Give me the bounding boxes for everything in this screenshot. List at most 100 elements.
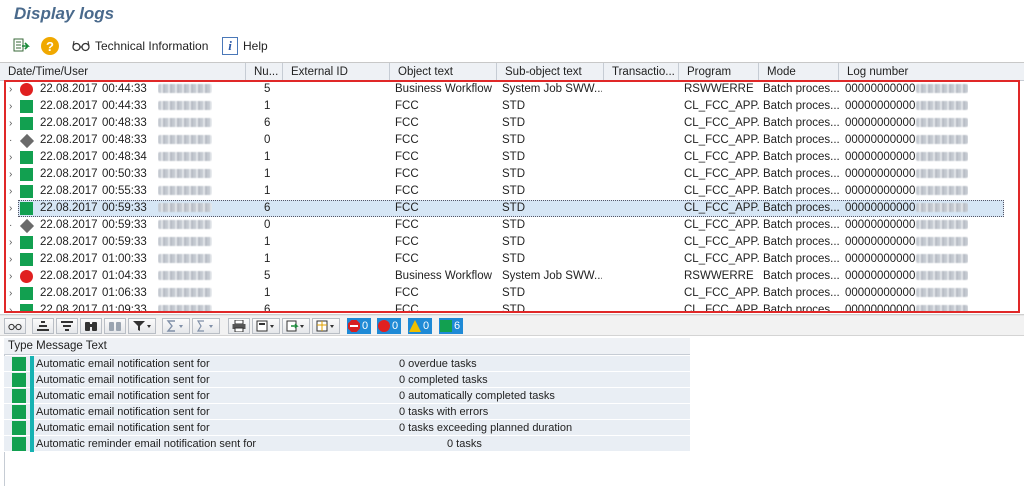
program-name: CL_FCC_APP... [684, 253, 760, 265]
message-text: Automatic email notification sent for [36, 374, 210, 386]
column-header-program[interactable]: Program [679, 63, 759, 81]
layout-button[interactable] [312, 318, 340, 334]
column-header-transaction[interactable]: Transactio... [604, 63, 679, 81]
log-number: 00000000000 [845, 183, 969, 200]
log-date: 22.08.2017 [40, 151, 98, 163]
warning-message-counter[interactable]: 0 [408, 318, 433, 334]
message-row[interactable]: Automatic email notification sent for 0 c… [4, 372, 690, 388]
table-row[interactable]: › 22.08.2017 00:50:33 1 FCC STD CL_FCC_APP... B… [0, 166, 1024, 183]
help-button[interactable]: i Help [222, 35, 268, 57]
table-row[interactable]: › 22.08.2017 01:06:33 1 FCC STD CL_FCC_APP... B… [0, 285, 1024, 302]
find-button[interactable] [80, 318, 102, 334]
program-name: RSWWERRE [684, 83, 754, 95]
success-type-icon [12, 373, 26, 387]
expand-chevron-icon[interactable]: › [9, 302, 12, 313]
column-header-mode[interactable]: Mode [759, 63, 839, 81]
user-redacted [158, 251, 212, 268]
expand-chevron-icon[interactable]: › [9, 268, 12, 285]
export-button[interactable] [282, 318, 310, 334]
expand-chevron-icon[interactable]: › [9, 234, 12, 251]
mode: Batch proces... [763, 270, 839, 282]
expand-chevron-icon[interactable]: › [9, 98, 12, 115]
grey-status-icon [19, 218, 35, 234]
table-row[interactable]: · 22.08.2017 00:59:33 0 FCC STD CL_FCC_APP... B… [0, 217, 1024, 234]
program-name: CL_FCC_APP... [684, 236, 760, 248]
help-question-button[interactable]: ? [41, 35, 59, 57]
table-row[interactable]: › 22.08.2017 01:00:33 1 FCC STD CL_FCC_APP... B… [0, 251, 1024, 268]
filter-button[interactable] [128, 318, 156, 334]
views-button[interactable] [252, 318, 280, 334]
column-header-log-number[interactable]: Log number [839, 63, 1024, 81]
table-row[interactable]: › 22.08.2017 00:48:33 6 FCC STD CL_FCC_APP... B… [0, 115, 1024, 132]
table-row[interactable]: › 22.08.2017 00:44:33 1 FCC STD CL_FCC_APP... B… [0, 98, 1024, 115]
print-button[interactable] [228, 318, 250, 334]
expand-chevron-icon[interactable]: › [9, 115, 12, 132]
mode: Batch proces... [763, 134, 839, 146]
technical-information-button[interactable]: Technical Information [72, 35, 208, 57]
stop-sign-icon [348, 320, 360, 332]
mode: Batch proces... [763, 304, 839, 313]
column-header-date[interactable]: Date/Time/User [0, 63, 246, 81]
program-name: CL_FCC_APP... [684, 287, 760, 299]
message-row[interactable]: Automatic email notification sent for 0 t… [4, 420, 690, 436]
expand-chevron-icon[interactable]: › [9, 200, 12, 217]
stop-message-counter[interactable]: 0 [347, 318, 372, 334]
expand-chevron-icon[interactable]: › [9, 183, 12, 200]
table-row[interactable]: › 22.08.2017 01:09:33 6 FCC STD CL_FCC_APP... B… [0, 302, 1024, 313]
message-marker [30, 372, 34, 388]
find-next-button[interactable] [104, 318, 126, 334]
message-row[interactable]: Automatic email notification sent for 0 a… [4, 388, 690, 404]
column-header-subobject-text[interactable]: Sub-object text [497, 63, 604, 81]
log-list-grid: Date/Time/User Nu... External ID Object … [0, 62, 1024, 314]
log-number: 00000000000 [845, 234, 969, 251]
sort-ascending-button[interactable] [32, 318, 54, 334]
success-message-counter[interactable]: 6 [439, 318, 464, 334]
log-date: 22.08.2017 [40, 287, 98, 299]
sum-icon [166, 320, 183, 332]
navigate-button[interactable] [12, 35, 30, 57]
program-name: CL_FCC_APP... [684, 202, 760, 214]
node-dot-icon: · [9, 135, 13, 146]
success-type-icon [12, 357, 26, 371]
message-count: 1 [264, 100, 271, 112]
message-text: Automatic email notification sent for [36, 406, 210, 418]
message-count: 6 [264, 117, 271, 129]
table-row[interactable]: › 22.08.2017 01:04:33 5 Business Workflow Sys… [0, 268, 1024, 285]
expand-chevron-icon[interactable]: › [9, 81, 12, 98]
table-row[interactable]: › 22.08.2017 00:59:33 1 FCC STD CL_FCC_APP... B… [0, 234, 1024, 251]
table-row[interactable]: · 22.08.2017 00:48:33 0 FCC STD CL_FCC_APP... B… [0, 132, 1024, 149]
object-text: Business Workflow [395, 83, 492, 95]
message-row[interactable]: Automatic email notification sent for 0 t… [4, 404, 690, 420]
message-marker [30, 420, 34, 436]
log-date: 22.08.2017 [40, 270, 98, 282]
expand-chevron-icon[interactable]: › [9, 285, 12, 302]
expand-chevron-icon[interactable]: › [9, 251, 12, 268]
question-icon: ? [41, 37, 59, 55]
column-header-external-id[interactable]: External ID [283, 63, 390, 81]
user-redacted [158, 302, 212, 313]
expand-chevron-icon[interactable]: › [9, 149, 12, 166]
message-count: 5 [264, 83, 271, 95]
details-button[interactable] [4, 318, 26, 334]
message-detail: 0 tasks with errors [399, 406, 489, 418]
error-message-counter[interactable]: 0 [377, 318, 402, 334]
sort-descending-button[interactable] [56, 318, 78, 334]
table-row[interactable]: › 22.08.2017 00:44:33 5 Business Workflow Sys… [0, 81, 1024, 98]
column-header-number[interactable]: Nu... [246, 63, 283, 81]
log-time: 00:48:33 [102, 117, 147, 129]
table-row[interactable]: › 22.08.2017 00:59:33 6 FCC STD CL_FCC_APP... B… [0, 200, 1024, 217]
message-row[interactable]: Automatic reminder email notification se… [4, 436, 690, 452]
table-row[interactable]: › 22.08.2017 00:48:34 1 FCC STD CL_FCC_APP... B… [0, 149, 1024, 166]
column-header-object-text[interactable]: Object text [390, 63, 497, 81]
message-row[interactable]: Automatic email notification sent for 0 o… [4, 356, 690, 372]
program-name: CL_FCC_APP... [684, 151, 760, 163]
program-name: CL_FCC_APP... [684, 185, 760, 197]
success-icon [440, 320, 452, 332]
user-redacted [158, 268, 212, 285]
green-status-icon [20, 100, 33, 113]
log-time: 00:44:33 [102, 83, 147, 95]
total-button[interactable] [162, 318, 190, 334]
table-row[interactable]: › 22.08.2017 00:55:33 1 FCC STD CL_FCC_APP... B… [0, 183, 1024, 200]
subtotal-button[interactable] [192, 318, 220, 334]
expand-chevron-icon[interactable]: › [9, 166, 12, 183]
